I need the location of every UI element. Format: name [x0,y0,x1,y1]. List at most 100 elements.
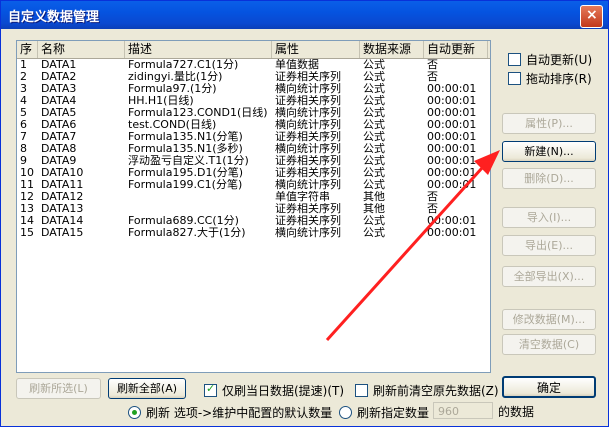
refresh-specified-radio[interactable]: 刷新指定数量 [339,404,429,421]
cell-auto-update: 否 [427,203,438,215]
cell-description: Formula689.CC(1分) [128,215,239,227]
cell-name: DATA14 [41,215,84,227]
cell-auto-update: 00:00:01 [427,119,477,131]
cell-name: DATA8 [41,143,77,155]
custom-data-dialog: 自定义数据管理 × 序 名称 描述 属性 数据来源 自动更新 1 DATA1 For… [0,0,609,427]
table-row[interactable]: 13 DATA13 证券相关序列 其他 否 [17,203,490,215]
drag-sort-checkbox[interactable]: 拖动排序(R) [508,70,592,87]
close-icon: × [586,7,598,23]
cell-index: 10 [20,167,34,179]
export-all-button[interactable]: 全部导出(X)... [502,266,596,287]
cell-name: DATA15 [41,227,84,239]
refresh-default-radio[interactable]: 刷新 选项->维护中配置的默认数量 [128,404,332,421]
column-header-name[interactable]: 名称 [38,41,125,58]
clear-before-refresh-checkbox[interactable]: 刷新前清空原先数据(Z) [355,382,499,399]
delete-button[interactable]: 删除(D)... [502,168,596,189]
drag-sort-box[interactable] [508,72,521,85]
cell-index: 15 [20,227,34,239]
table-row[interactable]: 14 DATA14 Formula689.CC(1分) 证券相关序列 公式 00:00:0… [17,215,490,227]
cell-index: 13 [20,203,34,215]
auto-update-box[interactable] [508,53,521,66]
import-button[interactable]: 导入(I)... [502,207,596,228]
cell-index: 4 [20,95,27,107]
cell-auto-update: 否 [427,71,438,83]
table-row[interactable]: 5 DATA5 Formula123.COND1(日线) 横向统计序列 公式 00:00:… [17,107,490,119]
cell-source: 公式 [363,107,385,119]
cell-attribute: 横向统计序列 [275,107,341,119]
table-row[interactable]: 11 DATA11 Formula199.C1(分笔) 横向统计序列 公式 00:00:0… [17,179,490,191]
cell-description: Formula123.COND1(日线) [128,107,268,119]
auto-update-checkbox[interactable]: 自动更新(U) [508,51,592,68]
cell-auto-update: 00:00:01 [427,95,477,107]
data-list[interactable]: 序 名称 描述 属性 数据来源 自动更新 1 DATA1 Formula727.C1… [16,40,491,373]
cell-auto-update: 00:00:01 [427,179,477,191]
cell-index: 8 [20,143,27,155]
title-bar: 自定义数据管理 × [1,1,608,29]
clear-data-button[interactable]: 清空数据(C) [502,334,596,355]
cell-description: Formula727.C1(1分) [128,59,239,71]
clear-before-refresh-box[interactable] [355,384,368,397]
cell-attribute: 横向统计序列 [275,179,341,191]
clear-before-refresh-label: 刷新前清空原先数据(Z) [373,384,499,398]
cell-name: DATA13 [41,203,84,215]
modify-data-button[interactable]: 修改数据(M)... [502,309,596,330]
refresh-default-radio-dot[interactable] [128,406,141,419]
column-header-attribute[interactable]: 属性 [272,41,360,58]
cell-source: 公式 [363,179,385,191]
cell-attribute: 横向统计序列 [275,119,341,131]
cell-description: Formula827.大于(1分) [128,227,246,239]
cell-auto-update: 00:00:01 [427,131,477,143]
refresh-count-input[interactable]: 960 [433,402,493,419]
table-row[interactable]: 8 DATA8 Formula135.N1(多秒) 横向统计序列 公式 00:00:01 [17,143,490,155]
cell-source: 其他 [363,203,385,215]
cell-auto-update: 00:00:01 [427,215,477,227]
export-button[interactable]: 导出(E)... [502,235,596,256]
cell-attribute: 横向统计序列 [275,143,341,155]
cell-name: DATA12 [41,191,84,203]
cell-attribute: 证券相关序列 [275,71,341,83]
cell-attribute: 单值字符串 [275,191,330,203]
table-row[interactable]: 9 DATA9 浮动盈亏自定义.T1(1分) 证券相关序列 公式 00:00:01 [17,155,490,167]
refresh-all-button[interactable]: 刷新全部(A) [108,378,186,399]
refresh-default-label: 刷新 选项->维护中配置的默认数量 [146,406,333,420]
cell-index: 14 [20,215,34,227]
refresh-today-box[interactable] [204,382,217,397]
ok-button[interactable]: 确定 [502,376,596,398]
table-row[interactable]: 10 DATA10 Formula195.D1(分笔) 证券相关序列 公式 00:00:0… [17,167,490,179]
column-header-source[interactable]: 数据来源 [360,41,424,58]
properties-button[interactable]: 属性(P)... [502,113,596,134]
new-button[interactable]: 新建(N)... [502,141,596,162]
table-row[interactable]: 12 DATA12 单值字符串 其他 否 [17,191,490,203]
cell-source: 公式 [363,167,385,179]
table-row[interactable]: 15 DATA15 Formula827.大于(1分) 横向统计序列 公式 00:00:0… [17,227,490,239]
table-row[interactable]: 7 DATA7 Formula135.N1(分笔) 证券相关序列 公式 00:00:01 [17,131,490,143]
table-row[interactable]: 2 DATA2 zidingyi.量比(1分) 证券相关序列 公式 否 [17,71,490,83]
cell-description: zidingyi.量比(1分) [128,71,223,83]
cell-attribute: 证券相关序列 [275,131,341,143]
window-title: 自定义数据管理 [8,10,100,25]
column-header-index[interactable]: 序 [17,41,38,58]
cell-auto-update: 00:00:01 [427,107,477,119]
cell-auto-update: 否 [427,59,438,71]
refresh-today-checkbox[interactable]: 仅刷当日数据(提速)(T) [204,382,344,399]
cell-name: DATA6 [41,119,77,131]
cell-name: DATA10 [41,167,84,179]
table-row[interactable]: 3 DATA3 Formula97.(1分) 横向统计序列 公式 00:00:01 [17,83,490,95]
table-row[interactable]: 4 DATA4 HH.H1(日线) 证券相关序列 公式 00:00:01 [17,95,490,107]
cell-name: DATA3 [41,83,77,95]
cell-description: Formula135.N1(多秒) [128,143,243,155]
refresh-specified-label: 刷新指定数量 [357,406,430,420]
cell-name: DATA7 [41,131,77,143]
cell-source: 公式 [363,227,385,239]
refresh-selected-button[interactable]: 刷新所选(L) [16,378,101,399]
refresh-specified-radio-dot[interactable] [339,406,352,419]
cell-index: 3 [20,83,27,95]
close-button[interactable]: × [580,5,603,28]
cell-source: 公式 [363,59,385,71]
column-header-auto-update[interactable]: 自动更新 [424,41,488,58]
cell-name: DATA9 [41,155,77,167]
column-header-description[interactable]: 描述 [125,41,272,58]
cell-index: 9 [20,155,27,167]
table-row[interactable]: 1 DATA1 Formula727.C1(1分) 单值数据 公式 否 [17,59,490,71]
table-row[interactable]: 6 DATA6 test.COND(日线) 横向统计序列 公式 00:00:01 [17,119,490,131]
